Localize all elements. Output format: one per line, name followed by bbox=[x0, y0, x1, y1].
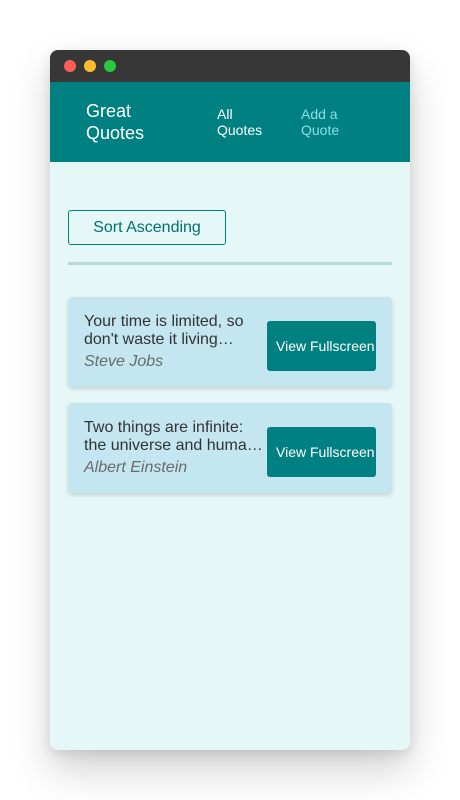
quote-text: Your time is limited, so don't waste it … bbox=[84, 313, 244, 348]
quote-text: Two things are infinite: the universe an… bbox=[84, 419, 256, 454]
app-header: Great Quotes All Quotes Add a Quote bbox=[50, 82, 410, 162]
quote-author: Steve Jobs bbox=[84, 353, 164, 370]
main-content: Sort Ascending Your time is limited, so … bbox=[50, 162, 410, 750]
browser-window: Great Quotes All Quotes Add a Quote Sort… bbox=[50, 50, 410, 750]
quote-author: Albert Einstein bbox=[84, 459, 188, 476]
close-window-icon[interactable] bbox=[64, 60, 76, 72]
quote-card: Your time is limited, so don't waste it … bbox=[68, 297, 392, 387]
view-fullscreen-button[interactable]: View Fullscreen bbox=[267, 321, 376, 371]
minimize-window-icon[interactable] bbox=[84, 60, 96, 72]
quote-list: Your time is limited, so don't waste it … bbox=[68, 297, 392, 509]
view-fullscreen-button[interactable]: View Fullscreen bbox=[267, 427, 376, 477]
nav-link-all-quotes[interactable]: All Quotes bbox=[217, 106, 277, 138]
sort-ascending-button[interactable]: Sort Ascending bbox=[68, 210, 226, 245]
maximize-window-icon[interactable] bbox=[104, 60, 116, 72]
window-titlebar bbox=[50, 50, 410, 82]
quote-card: Two things are infinite: the universe an… bbox=[68, 403, 392, 493]
nav-link-add-quote[interactable]: Add a Quote bbox=[301, 106, 361, 138]
divider bbox=[68, 262, 392, 265]
brand-logo[interactable]: Great Quotes bbox=[86, 100, 176, 144]
